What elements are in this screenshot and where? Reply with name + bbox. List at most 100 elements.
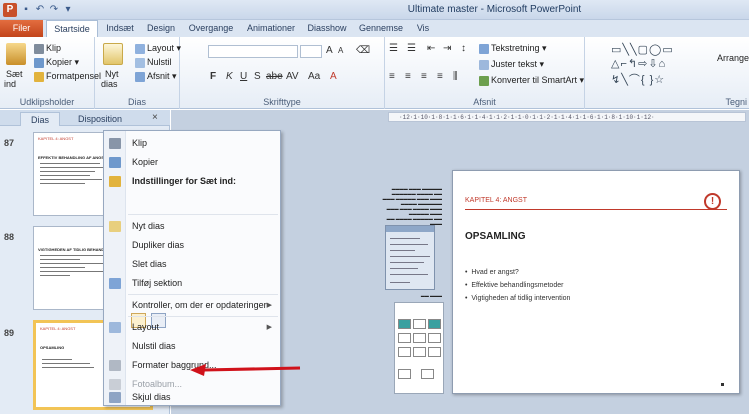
thumb-line — [40, 171, 95, 172]
shapes-gallery[interactable]: ▭╲╲▢◯▭ — [611, 43, 674, 56]
slide-footer-dot — [721, 383, 724, 386]
ribbon: Sæt ind Klip Kopier ▾ Formatpensel Udkli… — [0, 37, 749, 109]
shapes-gallery-row2[interactable]: △⌐↰⇨⇩⌂ — [611, 57, 666, 70]
paste-button[interactable]: Sæt — [6, 69, 23, 79]
dialog-line — [390, 256, 430, 257]
format-painter-button[interactable]: Formatpensel — [34, 71, 101, 82]
slide-bullet[interactable]: • Vigtigheden af tidlig intervention — [465, 295, 570, 302]
offslide-dialog-image[interactable] — [385, 225, 435, 290]
slides-panel-tabs: Dias Disposition × — [0, 110, 170, 126]
offslide-text-block-2[interactable]: ▬▬ ▬▬▬ — [392, 293, 442, 298]
menu-item-label: Skjul dias — [132, 392, 171, 402]
menu-item-duplicate-slide[interactable]: Dupliker dias — [104, 237, 282, 254]
current-slide[interactable]: KAPITEL 4: ANGST ! OPSAMLING • Hvad er a… — [452, 170, 740, 394]
new-slide-button-line2[interactable]: dias — [101, 79, 118, 89]
align-text-button[interactable]: Juster tekst ▾ — [479, 59, 544, 70]
menu-item-label: Kopier — [132, 157, 159, 167]
menu-item-copy[interactable]: Kopier — [104, 154, 282, 171]
thumb-kap: KAPITEL 4: ANGST — [38, 136, 74, 141]
tab-animations[interactable]: Animationer — [242, 20, 300, 37]
new-slide-button[interactable]: Nyt — [105, 69, 119, 79]
slide-title[interactable]: OPSAMLING — [465, 231, 526, 242]
close-icon[interactable]: × — [152, 112, 158, 123]
underline-button[interactable]: U — [240, 71, 247, 82]
reset-button[interactable]: Nulstil — [135, 57, 172, 68]
section-button[interactable]: Afsnit ▾ — [135, 71, 177, 82]
annotation-arrow-icon — [190, 364, 301, 376]
tab-slideshow[interactable]: Diasshow — [302, 20, 352, 37]
text-direction-button[interactable]: Tekstretning ▾ — [479, 43, 547, 54]
font-group: A A ⌫ F K U S abe AV Aa A Skrifttype — [180, 37, 385, 109]
menu-item-label: Dupliker dias — [132, 240, 185, 250]
slide-header-rule — [465, 209, 727, 210]
cut-button[interactable]: Klip — [34, 43, 61, 54]
line-spacing-icon[interactable]: ↕ — [461, 43, 466, 54]
font-color-button[interactable]: A — [330, 71, 337, 82]
submenu-arrow-icon: ▶ — [266, 324, 272, 331]
bold-button[interactable]: F — [210, 71, 216, 82]
clear-format-icon[interactable]: ⌫ — [356, 45, 370, 56]
font-size-combo[interactable] — [300, 45, 322, 58]
offslide-text-block[interactable]: ▬▬▬▬ ▬▬▬ ▬▬▬▬▬ ▬▬▬▬▬▬ ▬▬▬▬ ▬▬ ▬▬▬ ▬▬▬▬▬ ▬▬… — [332, 186, 442, 226]
tab-review[interactable]: Gennemse — [354, 20, 408, 37]
format-background-icon — [109, 360, 121, 371]
grid-cell — [398, 333, 411, 343]
paste-button-line2[interactable]: ind — [4, 79, 16, 89]
justify-icon[interactable]: ≡ — [437, 71, 443, 82]
menu-item-hide-slide[interactable]: Skjul dias — [104, 389, 282, 406]
decrease-indent-icon[interactable]: ⇤ — [427, 43, 435, 54]
spacing-button[interactable]: AV — [286, 71, 299, 82]
arrange-button[interactable]: Arranger — [717, 53, 749, 63]
tab-home[interactable]: Startside — [46, 20, 98, 37]
menu-item-label: Tilføj sektion — [132, 278, 183, 288]
tab-file[interactable]: Filer — [0, 20, 43, 37]
increase-indent-icon[interactable]: ⇥ — [443, 43, 451, 54]
tab-view[interactable]: Vis — [410, 20, 436, 37]
paste-icon[interactable] — [6, 43, 26, 65]
menu-item-delete-slide[interactable]: Slet dias — [104, 256, 282, 273]
menu-item-label: Slet dias — [132, 259, 167, 269]
shadow-button[interactable]: S — [254, 71, 261, 82]
menu-item-layout[interactable]: Layout ▶ — [104, 319, 282, 336]
columns-icon[interactable]: ⫼ — [453, 71, 458, 82]
align-center-icon[interactable]: ≡ — [405, 71, 411, 82]
smartart-button[interactable]: Konverter til SmartArt ▾ — [479, 75, 584, 86]
tab-slides[interactable]: Dias — [20, 112, 60, 126]
bullets-icon[interactable]: ☰ — [389, 43, 398, 54]
tab-outline[interactable]: Disposition — [70, 112, 130, 126]
new-slide-icon[interactable] — [103, 43, 123, 65]
strikethrough-button[interactable]: abe — [266, 71, 283, 82]
drawing-group: ▭╲╲▢◯▭ △⌐↰⇨⇩⌂ ↯╲⌒{ }☆ Arranger Tegni — [585, 37, 749, 109]
slide-bullet-text: Effektive behandlingsmetoder — [471, 282, 564, 289]
italic-button[interactable]: K — [226, 71, 233, 82]
tab-insert[interactable]: Indsæt — [100, 20, 140, 37]
shrink-font-button[interactable]: A — [338, 46, 343, 55]
thumb-line — [40, 267, 85, 268]
menu-item-check-updates[interactable]: Kontroller, om der er opdateringer ▶ — [104, 297, 282, 314]
tab-transitions[interactable]: Overgange — [182, 20, 240, 37]
menu-item-new-slide[interactable]: Nyt dias — [104, 218, 282, 235]
ribbon-tab-row: Filer Startside Indsæt Design Overgange … — [0, 20, 749, 37]
grow-font-button[interactable]: A — [326, 45, 333, 56]
menu-item-label: Klip — [132, 138, 148, 148]
menu-item-reset-slide[interactable]: Nulstil dias — [104, 338, 282, 355]
dialog-line — [390, 238, 420, 239]
menu-item-paste-options: Indstillinger for Sæt ind: — [104, 173, 282, 190]
slide-bullet[interactable]: • Hvad er angst? — [465, 269, 519, 276]
tab-design[interactable]: Design — [142, 20, 180, 37]
shapes-gallery-row3[interactable]: ↯╲⌒{ }☆ — [611, 71, 665, 87]
layout-button[interactable]: Layout ▾ — [135, 43, 181, 54]
numbering-icon[interactable]: ☰ — [407, 43, 416, 54]
change-case-button[interactable]: Aa — [308, 71, 320, 82]
menu-item-add-section[interactable]: Tilføj sektion — [104, 275, 282, 292]
font-name-combo[interactable] — [208, 45, 298, 58]
grid-cell — [398, 369, 411, 379]
dialog-titlebar — [386, 226, 434, 232]
align-left-icon[interactable]: ≡ — [389, 71, 395, 82]
offslide-grid-image[interactable] — [394, 302, 444, 394]
copy-button[interactable]: Kopier ▾ — [34, 57, 79, 68]
menu-item-cut[interactable]: Klip — [104, 135, 282, 152]
slide-bullet[interactable]: • Effektive behandlingsmetoder — [465, 282, 563, 289]
grid-cell — [398, 347, 411, 357]
align-right-icon[interactable]: ≡ — [421, 71, 427, 82]
